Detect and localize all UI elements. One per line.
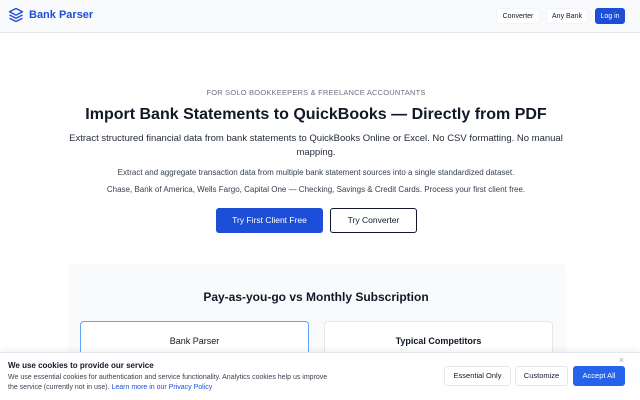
cookie-banner-text: We use essential cookies for authenticat…	[8, 373, 338, 393]
customize-button[interactable]: Customize	[515, 366, 568, 386]
login-button[interactable]: Log in	[595, 8, 625, 24]
hero-subtitle: Extract structured financial data from b…	[69, 133, 563, 158]
nav-any-bank-button[interactable]: Any Bank	[546, 8, 588, 24]
nav-converter-button[interactable]: Converter	[496, 8, 540, 24]
stacked-layers-icon	[8, 7, 24, 23]
try-first-client-free-button[interactable]: Try First Client Free	[216, 208, 323, 233]
card-title: Typical Competitors	[395, 336, 482, 346]
card-title: Bank Parser	[169, 336, 220, 346]
comparison-title: Pay-as-you-go vs Monthly Subscription	[203, 290, 429, 304]
privacy-policy-link[interactable]: Learn more in our Privacy Policy	[112, 384, 213, 391]
hero-eyebrow: FOR SOLO BOOKKEEPERS & FREELANCE ACCOUNT…	[206, 88, 426, 97]
try-converter-button[interactable]: Try Converter	[330, 208, 417, 233]
close-icon[interactable]: ×	[617, 356, 626, 365]
cookie-banner: We use cookies to provide our service We…	[0, 352, 640, 400]
accept-all-button[interactable]: Accept All	[573, 366, 625, 386]
site-header: Bank Parser Converter Any Bank Log in	[0, 0, 640, 33]
hero-supported-banks: Chase, Bank of America, Wells Fargo, Cap…	[106, 185, 526, 194]
hero-description: Extract and aggregate transaction data f…	[117, 168, 515, 177]
page-title: Import Bank Statements to QuickBooks — D…	[85, 106, 547, 123]
cookie-banner-title: We use cookies to provide our service	[8, 361, 154, 370]
essential-only-button[interactable]: Essential Only	[444, 366, 511, 386]
brand-logo[interactable]: Bank Parser	[8, 7, 93, 23]
brand-name: Bank Parser	[29, 9, 94, 21]
